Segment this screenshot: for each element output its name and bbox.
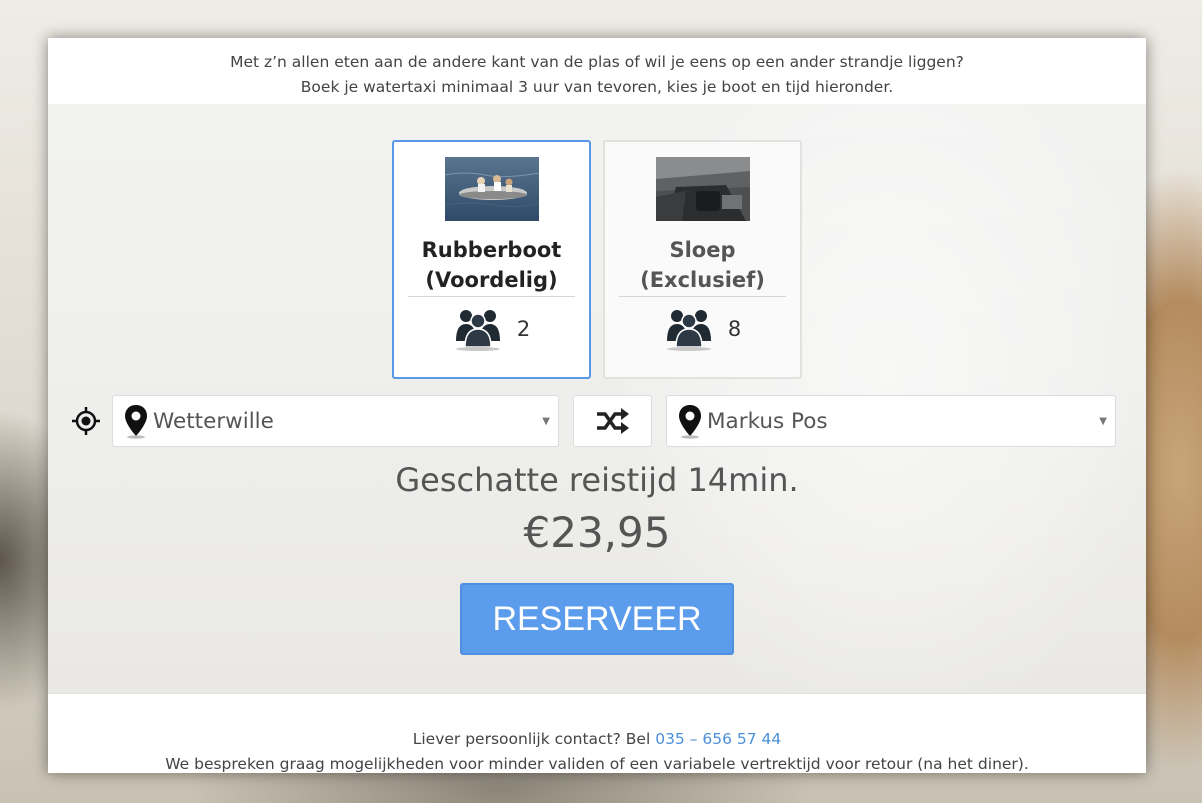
boat-option-sloep[interactable]: Sloep (Exclusief) 8 (603, 140, 802, 379)
sloop-boat-photo (655, 157, 750, 221)
crosshair-icon (72, 407, 100, 435)
price: €23,95 (523, 508, 671, 557)
contact-line-2: We bespreken graag mogelijkheden voor mi… (165, 755, 1029, 773)
chevron-down-icon: ▼ (1099, 416, 1107, 427)
boat-option-rubberboot[interactable]: Rubberboot (Voordelig) 2 (392, 140, 591, 379)
route-row: Wetterwille ▼ Markus Pos ▼ (68, 395, 1116, 447)
destination-select[interactable]: Markus Pos ▼ (666, 395, 1116, 447)
intro-line-2: Boek je watertaxi minimaal 3 uur van tev… (300, 78, 894, 96)
swap-route-button[interactable] (573, 395, 652, 447)
boat-name: Sloep (Exclusief) (605, 235, 800, 297)
intro-line-1: Met z’n allen eten aan de andere kant va… (230, 53, 964, 71)
rubber-boat-photo (444, 157, 539, 221)
departure-value: Wetterwille (153, 408, 274, 434)
booking-panel: Met z’n allen eten aan de andere kant va… (48, 38, 1146, 773)
contact-prefix: Liever persoonlijk contact? Bel (412, 730, 656, 748)
boat-capacity: 8 (605, 307, 800, 351)
locate-me-button[interactable] (68, 403, 104, 439)
map-pin-icon (677, 403, 703, 439)
capacity-value: 8 (727, 317, 742, 341)
people-group-icon (455, 310, 500, 351)
boat-name-line-1: Sloep (669, 238, 736, 262)
booking-form: Rubberboot (Voordelig) 2 Sloep (Exclusie… (48, 104, 1146, 693)
capacity-value: 2 (516, 317, 531, 341)
destination-value: Markus Pos (707, 408, 828, 434)
reserve-button[interactable]: RESERVEER (460, 583, 734, 655)
boat-name-line-2: (Voordelig) (425, 268, 558, 292)
contact-line: Liever persoonlijk contact? Bel 035 – 65… (48, 727, 1146, 752)
boat-options: Rubberboot (Voordelig) 2 Sloep (Exclusie… (392, 140, 802, 379)
people-group-icon (666, 310, 711, 351)
boat-name-line-2: (Exclusief) (640, 268, 765, 292)
map-pin-icon (123, 403, 149, 439)
shuffle-icon (596, 408, 629, 434)
footer-contact: Liever persoonlijk contact? Bel 035 – 65… (48, 693, 1146, 773)
boat-capacity: 2 (394, 307, 589, 351)
intro-text: Met z’n allen eten aan de andere kant va… (48, 38, 1146, 104)
departure-select[interactable]: Wetterwille ▼ (112, 395, 559, 447)
phone-link[interactable]: 035 – 656 57 44 (655, 730, 781, 748)
boat-name: Rubberboot (Voordelig) (394, 235, 589, 297)
travel-time: Geschatte reistijd 14min. (395, 461, 799, 499)
chevron-down-icon: ▼ (542, 416, 550, 427)
boat-name-line-1: Rubberboot (421, 238, 562, 262)
